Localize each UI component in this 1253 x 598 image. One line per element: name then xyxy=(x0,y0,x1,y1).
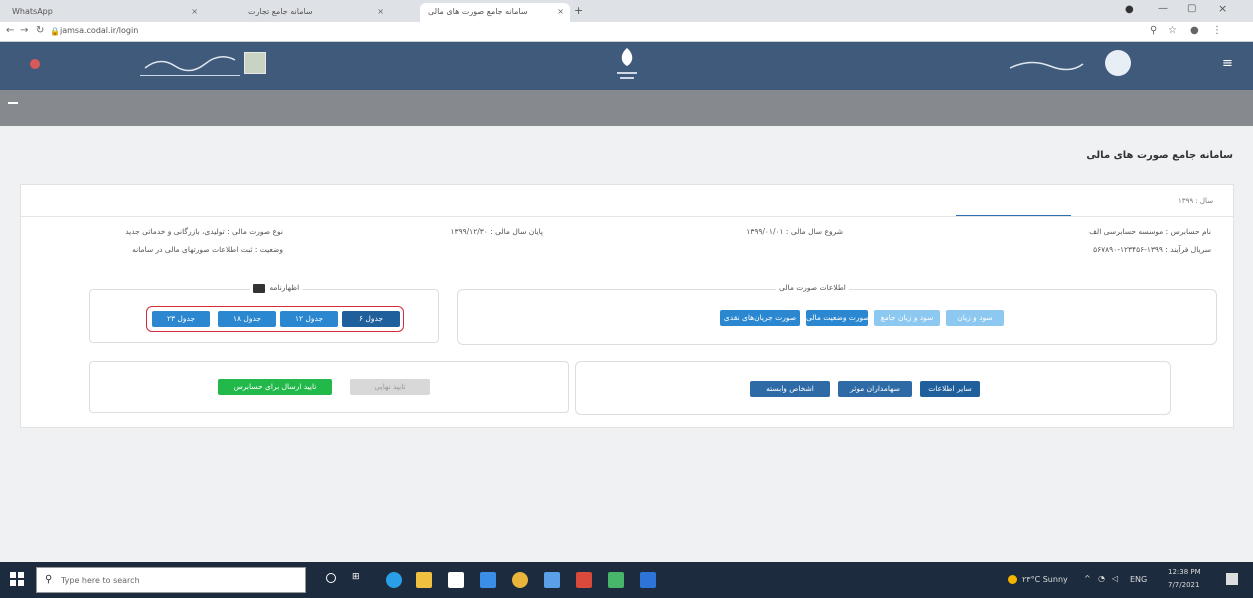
organization-logo-text xyxy=(140,52,240,76)
declaration-label: اظهارنامه xyxy=(269,283,300,292)
search-icon: ⚲ xyxy=(45,574,53,585)
table-6-button[interactable]: جدول ۶ xyxy=(342,311,400,327)
maximize-icon[interactable]: ▢ xyxy=(1187,3,1196,14)
table-18-button[interactable]: جدول ۱۸ xyxy=(218,311,276,327)
tab-label: سامانه جامع صورت های مالی xyxy=(428,7,528,16)
submit-to-auditor-button[interactable]: تایید ارسال برای حسابرس xyxy=(218,379,332,395)
clock-date[interactable]: 7/7/2021 xyxy=(1168,581,1199,589)
organization-logo xyxy=(244,52,266,74)
sub-navigation-bar xyxy=(0,90,1253,126)
tab-label: سامانه جامع تجارت xyxy=(248,7,313,16)
url-field[interactable]: jamsa.codal.ir/login xyxy=(60,26,138,35)
fiscal-end-field: پایان سال مالی : ۱۳۹۹/۱۲/۳۰ xyxy=(450,227,543,236)
task-view-icon[interactable]: ⊞ xyxy=(352,572,360,582)
status-field: وضعیت : ثبت اطلاعات صورتهای مالی در ساما… xyxy=(132,245,283,254)
fiscal-start-field: شروع سال مالی : ۱۳۹۹/۰۱/۰۱ xyxy=(746,227,843,236)
back-icon[interactable]: ← xyxy=(6,25,14,36)
comprehensive-profit-loss-button[interactable]: سود و زیان جامع xyxy=(874,310,940,326)
main-content: سامانه جامع صورت های مالی سال : ۱۳۹۹ نام… xyxy=(0,126,1253,562)
related-parties-button[interactable]: اشخاص وابسته xyxy=(750,381,830,397)
close-icon[interactable]: × xyxy=(191,7,198,16)
statement-type-field: نوع صورت مالی : تولیدی، بازرگانی و خدمات… xyxy=(125,227,283,236)
star-icon[interactable]: ☆ xyxy=(1168,25,1177,36)
window-close-icon[interactable]: × xyxy=(1218,2,1227,15)
address-bar: ← → ↻ 🔒 jamsa.codal.ir/login ⚲ ☆ ● ⋮ xyxy=(0,22,1253,42)
chrome-icon[interactable] xyxy=(512,572,528,588)
tab-financial-statements[interactable]: سامانه جامع صورت های مالی × xyxy=(420,3,570,22)
other-info-panel: سایر اطلاعات سهامداران موثر اشخاص وابسته xyxy=(575,361,1171,415)
windows-start-icon[interactable] xyxy=(10,572,24,586)
collapse-icon[interactable] xyxy=(8,102,18,104)
taskbar-search-box[interactable]: ⚲ Type here to search xyxy=(36,567,306,593)
word-icon[interactable] xyxy=(640,572,656,588)
financial-info-legend: اطلاعات صورت مالی xyxy=(776,283,849,292)
notifications-icon[interactable] xyxy=(1226,573,1238,585)
excel-icon[interactable] xyxy=(608,572,624,588)
close-icon[interactable]: × xyxy=(557,7,564,16)
ministry-logo xyxy=(1105,50,1131,76)
cash-flow-button[interactable]: صورت جریان‌های نقدی xyxy=(720,310,800,326)
declaration-panel: اظهارنامه جدول ۶ جدول ۱۲ جدول ۱۸ جدول ۲۳ xyxy=(89,283,439,343)
menu-dots-icon[interactable]: ⋮ xyxy=(1212,25,1222,36)
reporter-field: نام حسابرس : موسسه حسابرسی الف xyxy=(1089,227,1211,236)
close-icon[interactable]: × xyxy=(377,7,384,16)
browser-tab-strip: WhatsApp × سامانه جامع تجارت × سامانه جا… xyxy=(0,0,1253,22)
mail-icon[interactable] xyxy=(480,572,496,588)
table-12-button[interactable]: جدول ۱۲ xyxy=(280,311,338,327)
file-explorer-icon[interactable] xyxy=(416,572,432,588)
emblem-logo xyxy=(612,46,642,84)
zoom-icon[interactable]: ⚲ xyxy=(1150,25,1157,36)
hamburger-menu-icon[interactable]: ≡ xyxy=(1222,56,1233,71)
clock-time[interactable]: 12:38 PM xyxy=(1168,568,1201,576)
app-icon[interactable] xyxy=(576,572,592,588)
final-approval-button[interactable]: تایید نهایی xyxy=(350,379,430,395)
volume-icon[interactable]: ◁ xyxy=(1112,574,1118,583)
tray-chevron-icon[interactable]: ^ xyxy=(1084,574,1091,583)
ministry-logo-text xyxy=(1005,54,1085,74)
tab-label: WhatsApp xyxy=(12,7,53,16)
new-tab-icon[interactable]: + xyxy=(574,4,583,17)
table-23-button[interactable]: جدول ۲۳ xyxy=(152,311,210,327)
language-indicator[interactable]: ENG xyxy=(1130,575,1147,584)
lock-icon: 🔒 xyxy=(50,27,60,36)
other-info-button[interactable]: سایر اطلاعات xyxy=(920,381,980,397)
avatar-icon[interactable]: ● xyxy=(1190,25,1199,36)
profit-loss-button[interactable]: سود و زیان xyxy=(946,310,1004,326)
store-icon[interactable] xyxy=(448,572,464,588)
financial-info-panel: اطلاعات صورت مالی سود و زیان سود و زیان … xyxy=(457,283,1217,345)
weather-text[interactable]: ۲۳°C Sunny xyxy=(1022,575,1068,584)
tab-whatsapp[interactable]: WhatsApp × xyxy=(4,3,204,22)
taskbar: ⚲ Type here to search ⊞ ۲۳°C Sunny ^ ◔ ◁… xyxy=(0,562,1253,598)
profile-icon[interactable]: ● xyxy=(1125,4,1134,15)
fiscal-year-tab[interactable]: سال : ۱۳۹۹ xyxy=(1178,197,1213,205)
minimize-icon[interactable]: — xyxy=(1158,3,1168,14)
divider xyxy=(21,216,1233,217)
actions-panel: تایید نهایی تایید ارسال برای حسابرس xyxy=(89,361,569,413)
search-placeholder: Type here to search xyxy=(61,576,140,585)
telegram-icon[interactable] xyxy=(544,572,560,588)
effective-shareholders-button[interactable]: سهامداران موثر xyxy=(838,381,912,397)
declaration-legend: اظهارنامه xyxy=(250,283,303,293)
financial-statement-card: سال : ۱۳۹۹ نام حسابرس : موسسه حسابرسی ال… xyxy=(20,184,1234,428)
notification-icon[interactable] xyxy=(30,59,40,69)
cortana-icon[interactable] xyxy=(326,573,336,583)
weather-icon[interactable] xyxy=(1008,575,1017,584)
forward-icon[interactable]: → xyxy=(20,25,28,36)
site-header: ≡ xyxy=(0,42,1253,90)
reload-icon[interactable]: ↻ xyxy=(36,25,44,36)
page-title: سامانه جامع صورت های مالی xyxy=(1086,150,1233,161)
network-icon[interactable]: ◔ xyxy=(1098,574,1105,583)
document-icon xyxy=(253,283,265,293)
tab-trade-system[interactable]: سامانه جامع تجارت × xyxy=(240,3,390,22)
edge-icon[interactable] xyxy=(386,572,402,588)
financial-position-button[interactable]: صورت وضعیت مالی xyxy=(806,310,868,326)
serial-field: سریال فرآیند : ۱۳۹۹-۱۲۳۴۵۶-۵۶۷۸۹۰ xyxy=(1093,245,1211,254)
